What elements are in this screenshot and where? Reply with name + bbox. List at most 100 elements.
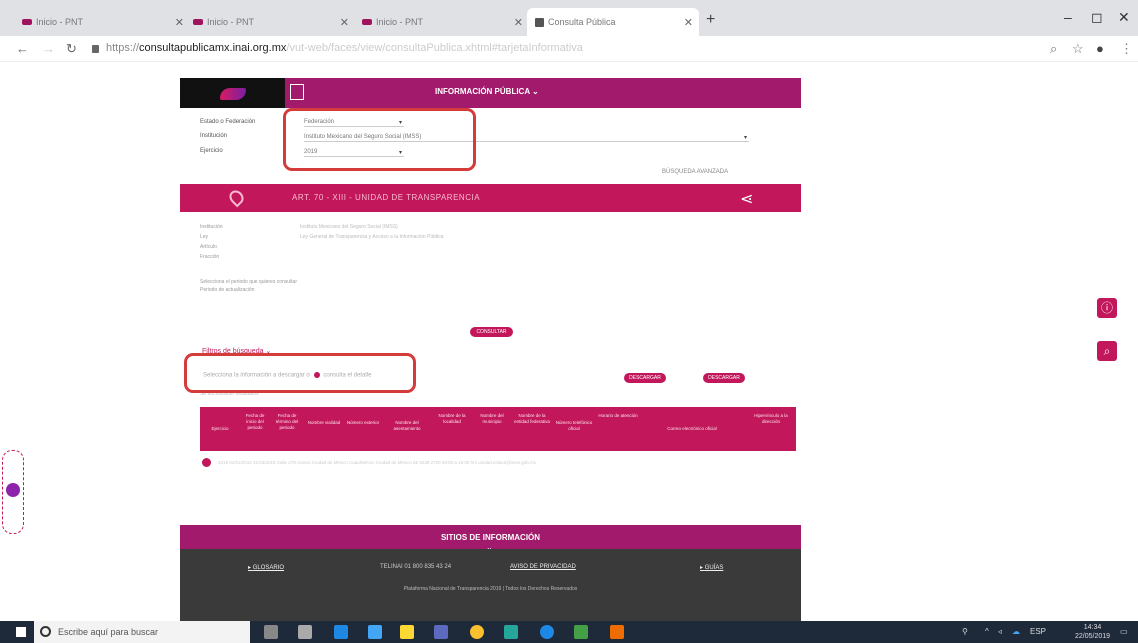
info-label: Institución: [200, 224, 223, 230]
browser-tab-bar: Inicio - PNT ✕ Inicio - PNT ✕ Inicio - P…: [0, 0, 1138, 36]
pnt-favicon-icon: [193, 19, 203, 25]
url-field[interactable]: https://consultapublicamx.inai.org.mx/vu…: [106, 42, 583, 54]
close-tab-icon[interactable]: ✕: [175, 16, 184, 29]
menu-dots-icon[interactable]: ⋮: [1120, 41, 1133, 57]
table-header-cell[interactable]: Número telefónico oficial: [554, 420, 594, 432]
pnt-logo-icon: [220, 88, 246, 100]
screen: Inicio - PNT ✕ Inicio - PNT ✕ Inicio - P…: [0, 0, 1138, 643]
table-header-cell[interactable]: Nombre de la localidad: [434, 413, 470, 425]
pnt-favicon-icon: [362, 19, 372, 25]
document-favicon-icon: [535, 17, 544, 27]
article-bar: ART. 70 - XIII - UNIDAD DE TRANSPARENCIA…: [180, 184, 801, 212]
table-header-cell[interactable]: Nombre del municipio: [474, 413, 510, 425]
file-explorer-icon[interactable]: [400, 625, 414, 639]
consultar-button[interactable]: CONSULTAR: [470, 327, 513, 337]
windows-taskbar: Escribe aquí para buscar ⚲ ^ ◃ ☁ ESP 14:…: [0, 621, 1138, 643]
search-help-icon[interactable]: ⌕: [1097, 341, 1117, 361]
store-icon[interactable]: [368, 625, 382, 639]
table-header-cell[interactable]: Nombre vialidad: [306, 420, 342, 426]
download-all-button[interactable]: DESCARGAR: [703, 373, 745, 383]
taskbar-search[interactable]: Escribe aquí para buscar: [34, 621, 250, 643]
cortana-icon: [40, 626, 51, 637]
browser-tab[interactable]: Inicio - PNT ✕: [185, 8, 355, 36]
cloud-icon[interactable]: ☁: [1012, 627, 1020, 636]
table-header-cell[interactable]: Horario de atención: [598, 413, 638, 419]
edge-icon[interactable]: [334, 625, 348, 639]
pnt-logo[interactable]: [180, 78, 285, 108]
microphone-icon[interactable]: [264, 625, 278, 639]
close-window-icon[interactable]: ✕: [1118, 9, 1130, 26]
footer-title: SITIOS DE INFORMACIÓN: [440, 533, 541, 542]
browser-tab-active[interactable]: Consulta Pública ✕: [527, 8, 699, 36]
accessibility-icon: [6, 483, 20, 497]
download-button[interactable]: DESCARGAR: [624, 373, 666, 383]
app-icon[interactable]: [574, 625, 588, 639]
table-header-cell[interactable]: Nombre del asentamiento: [384, 420, 430, 432]
reload-icon[interactable]: ↻: [66, 41, 77, 57]
filters-panel: Estado o Federación Institución Ejercici…: [180, 108, 801, 184]
volume-icon[interactable]: ◃: [998, 627, 1002, 636]
results-table-header: Ejercicio Fecha de inicio del periodo Fe…: [200, 407, 796, 451]
table-row[interactable]: 2019 01/01/2019 31/03/2019 Calle 479 Cen…: [200, 457, 796, 471]
language-indicator[interactable]: ESP: [1030, 627, 1046, 636]
forward-arrow-icon[interactable]: →: [42, 41, 55, 56]
chrome-icon[interactable]: [470, 625, 484, 639]
menu-icon[interactable]: [290, 84, 304, 100]
lock-icon: [92, 45, 99, 53]
tray-chevron-icon[interactable]: ^: [985, 627, 989, 636]
site-header: INFORMACIÓN PÚBLICA ⌄: [180, 78, 801, 108]
telinai-text: TELINAI 01 800 835 43 24: [380, 564, 452, 570]
windows-start-icon[interactable]: [16, 627, 26, 637]
info-value: Ley General de Transparencia y Acceso a …: [300, 234, 444, 240]
accessibility-widget[interactable]: [2, 450, 24, 534]
info-value: Instituto Mexicano del Seguro Social (IM…: [300, 224, 398, 230]
close-tab-icon[interactable]: ✕: [340, 16, 349, 29]
people-icon[interactable]: ⚲: [962, 627, 968, 636]
alert-circle-icon[interactable]: ⓘ: [1097, 298, 1117, 318]
chevron-down-icon: ▾: [743, 135, 747, 141]
clock[interactable]: 14:34 22/05/2019: [1075, 623, 1110, 641]
table-header-cell[interactable]: Fecha de término del periodo: [272, 413, 302, 431]
browser-tab[interactable]: Inicio - PNT ✕: [354, 8, 529, 36]
site-footer: ▸ GLOSARIO TELINAI 01 800 835 43 24 AVIS…: [180, 549, 801, 621]
highlight-box-selection: [184, 353, 416, 393]
article-title: ART. 70 - XIII - UNIDAD DE TRANSPARENCIA: [292, 193, 481, 202]
periodo-prefix: Selecciona el periodo que quieres consul…: [200, 279, 298, 285]
info-label: Fracción: [200, 254, 220, 260]
share-icon[interactable]: ⋖: [740, 189, 753, 209]
bookmark-star-icon[interactable]: ☆: [1072, 41, 1084, 57]
table-header-cell[interactable]: Ejercicio: [202, 426, 238, 432]
skype-icon[interactable]: [540, 625, 554, 639]
glosario-link[interactable]: ▸ GLOSARIO: [248, 564, 284, 571]
close-tab-icon[interactable]: ✕: [684, 16, 693, 29]
guias-link[interactable]: ▸ GUÍAS: [700, 564, 723, 571]
aviso-privacidad-link[interactable]: AVISO DE PRIVACIDAD: [510, 564, 576, 570]
pnt-favicon-icon: [22, 19, 32, 25]
app-icon[interactable]: [610, 625, 624, 639]
table-header-cell[interactable]: Nombre de la entidad federativa: [514, 413, 550, 425]
browser-tab[interactable]: Inicio - PNT ✕: [14, 8, 190, 36]
table-header-cell[interactable]: Fecha de inicio del periodo: [240, 413, 270, 431]
task-view-icon[interactable]: [298, 625, 312, 639]
info-label: Ley: [200, 234, 209, 240]
table-header-cell[interactable]: Hipervínculo a la dirección: [748, 413, 794, 425]
footer-banner: SITIOS DE INFORMACIÓN ⌄: [180, 525, 801, 555]
alert-icon: [202, 458, 211, 467]
zoom-icon[interactable]: ⌕: [1050, 41, 1057, 57]
back-arrow-icon[interactable]: ←: [16, 41, 29, 56]
app-icon[interactable]: [504, 625, 518, 639]
profile-icon[interactable]: ●: [1096, 41, 1104, 56]
table-header-cell[interactable]: Número exterior: [346, 420, 380, 426]
highlight-box-filters: [283, 108, 476, 171]
table-header-cell[interactable]: Correo electrónico oficial: [642, 426, 742, 432]
close-tab-icon[interactable]: ✕: [514, 16, 523, 29]
estado-label: Estado o Federación: [200, 119, 256, 125]
new-tab-icon[interactable]: +: [706, 11, 715, 29]
ejercicio-label: Ejercicio: [200, 148, 223, 154]
minimize-icon[interactable]: –: [1064, 9, 1072, 25]
advanced-search-link[interactable]: BÚSQUEDA AVANZADA: [662, 169, 728, 175]
info-publica-menu[interactable]: INFORMACIÓN PÚBLICA ⌄: [435, 87, 539, 96]
notifications-icon[interactable]: ▭: [1120, 627, 1128, 636]
maximize-icon[interactable]: ◻: [1091, 9, 1103, 26]
outlook-icon[interactable]: [434, 625, 448, 639]
